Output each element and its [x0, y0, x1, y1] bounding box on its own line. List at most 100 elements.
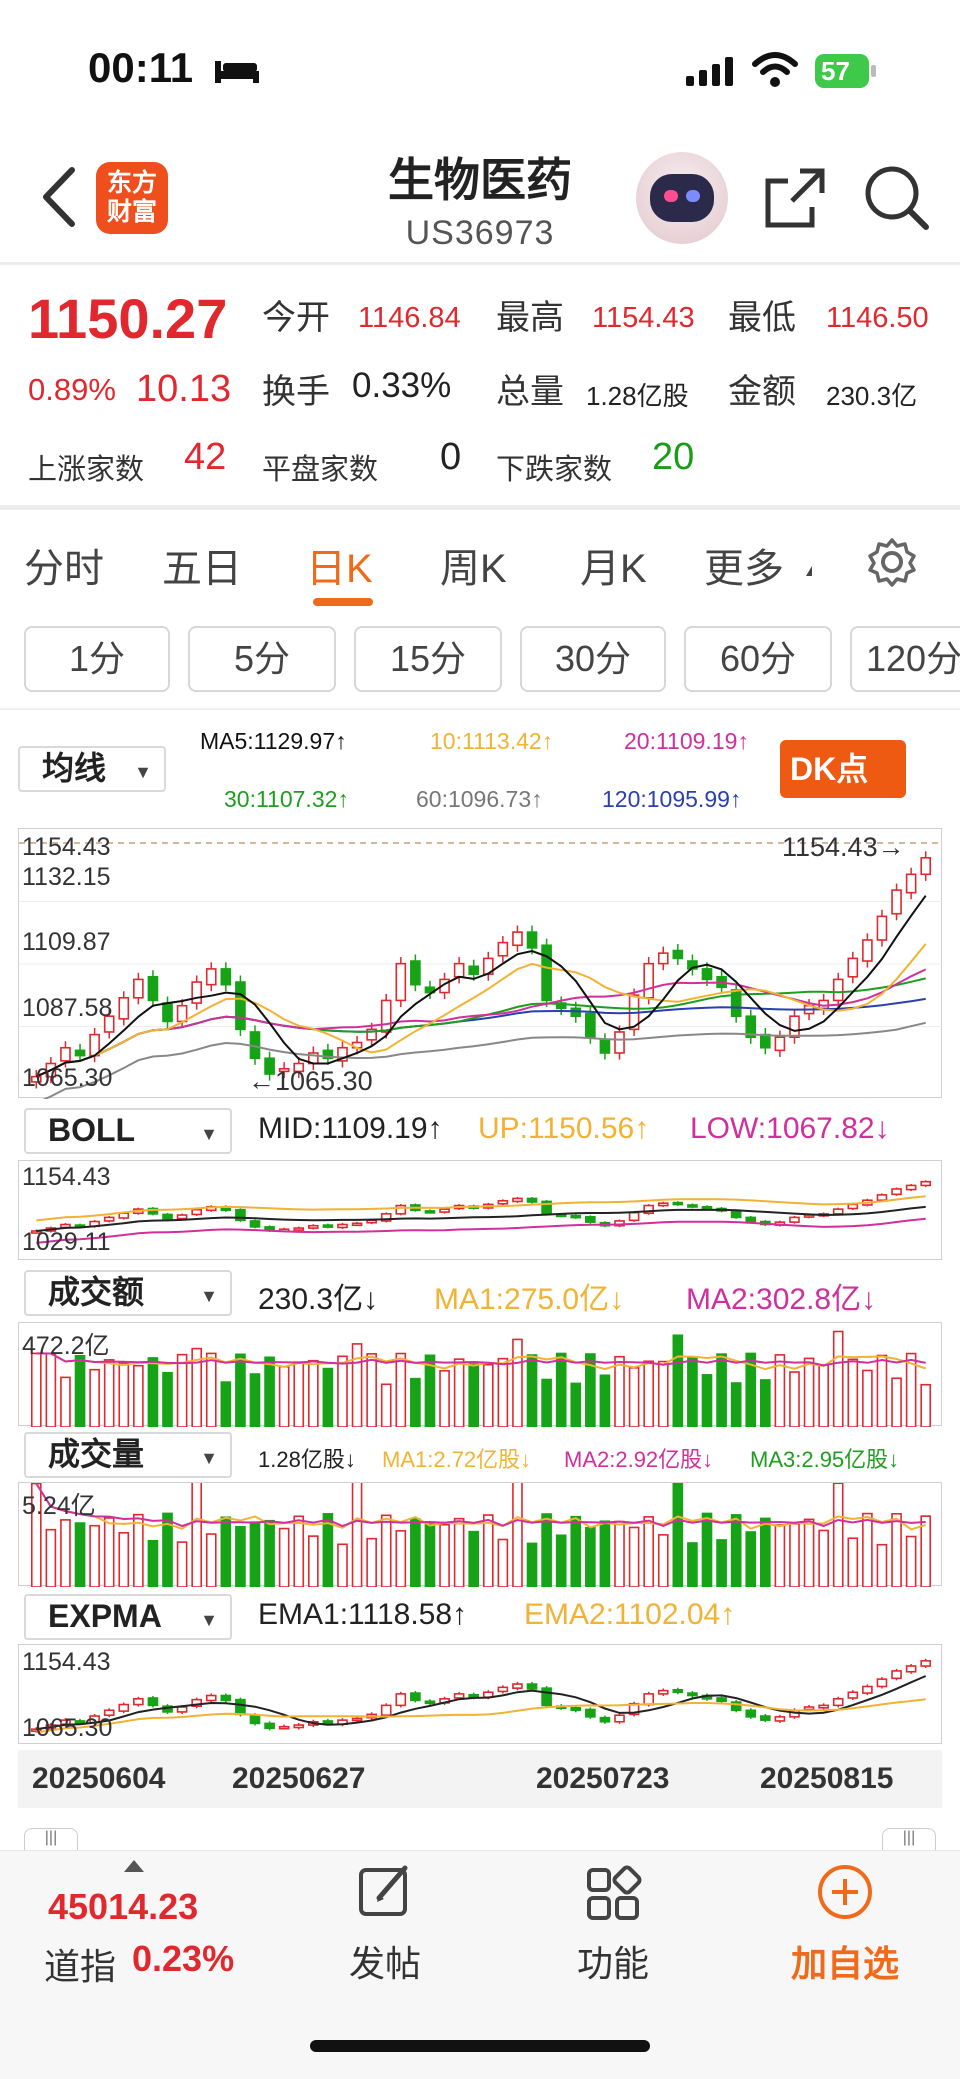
candle-body [862, 1685, 873, 1694]
indicator-select-amount[interactable]: 成交额 ▼ [24, 1270, 232, 1316]
period-60min[interactable]: 60分 [684, 626, 832, 692]
high-value: 1154.43 [592, 302, 695, 334]
back-icon[interactable] [34, 164, 86, 230]
volume-bar [832, 1482, 844, 1588]
candle-body [541, 944, 552, 1002]
add-watchlist-button[interactable]: 加自选 [780, 1862, 910, 2002]
share-icon[interactable] [760, 163, 830, 233]
volume-bar [133, 1364, 144, 1428]
candle-body [322, 1224, 334, 1228]
candle-body [628, 1211, 640, 1222]
scroll-handle-left[interactable]: ||| [24, 1828, 78, 1850]
expma-ema1: EMA1:1118.58↑ [258, 1598, 468, 1631]
index-value[interactable]: 45014.23 [48, 1886, 198, 1928]
candle-body [205, 1694, 217, 1702]
volume-bar [103, 1517, 115, 1588]
kline-chart[interactable] [18, 828, 943, 1104]
volume-bar [512, 1480, 523, 1588]
dk-point-button[interactable]: DK点 [780, 740, 906, 798]
boll-select-label: BOLL [48, 1112, 136, 1148]
candle-body [176, 1214, 188, 1220]
app-logo[interactable]: 东方 财富 [96, 162, 168, 234]
tab-five-day[interactable]: 五日 [162, 536, 242, 594]
volume-bar [322, 1367, 334, 1428]
volume-bar [803, 1357, 815, 1428]
candle-body [876, 1678, 888, 1688]
volume-bar [730, 1382, 742, 1428]
volume-bar [832, 1330, 844, 1428]
volume-bar [599, 1520, 611, 1588]
period-1min[interactable]: 1分 [24, 626, 170, 692]
wifi-icon [752, 52, 798, 87]
boll-chart[interactable] [18, 1160, 942, 1260]
volume-bar [512, 1338, 523, 1428]
tab-daily-k[interactable]: 日K [306, 536, 373, 594]
candle-body [526, 1683, 538, 1690]
function-button[interactable]: 功能 [568, 1862, 658, 2002]
amount-label: 金额 [728, 373, 796, 411]
volume-bar [570, 1382, 582, 1428]
indicator-select-volume[interactable]: 成交量 ▼ [24, 1432, 232, 1478]
settings-gear-icon[interactable] [866, 536, 918, 588]
period-5min[interactable]: 5分 [188, 626, 336, 692]
candle-body [308, 1224, 319, 1229]
candle-body [847, 957, 859, 978]
post-button[interactable]: 发帖 [340, 1862, 430, 2002]
indicator-select-boll[interactable]: BOLL ▼ [24, 1108, 232, 1154]
candle-body [745, 1216, 757, 1223]
candle-body [264, 1722, 275, 1730]
volume-bar [628, 1526, 640, 1588]
candle-body [774, 1716, 786, 1722]
volume-bar [716, 1353, 727, 1428]
candle-body [701, 968, 713, 981]
volume-bar [380, 1383, 392, 1428]
add-circle-icon [818, 1865, 872, 1919]
tab-more[interactable]: 更多 [704, 536, 784, 594]
volume-bar [133, 1513, 144, 1588]
candle-body [380, 999, 392, 1033]
candle-body [760, 1715, 771, 1721]
expma-chart[interactable] [18, 1644, 942, 1744]
tab-intraday[interactable]: 分时 [24, 536, 104, 594]
candle-body [410, 960, 421, 986]
volume-bar [760, 1379, 771, 1428]
index-change: 0.23% [132, 1938, 235, 1979]
home-indicator [310, 2040, 650, 2052]
period-15min[interactable]: 15分 [354, 626, 502, 692]
volume-bar [862, 1512, 873, 1588]
period-30min[interactable]: 30分 [520, 626, 666, 692]
candle-body [643, 1693, 654, 1706]
robot-avatar[interactable] [636, 152, 728, 244]
indicator-select-ma[interactable]: 均线 ▼ [18, 746, 166, 792]
bed-icon [215, 61, 259, 83]
scroll-handle-right[interactable]: ||| [882, 1828, 936, 1850]
volume-bar [657, 1534, 669, 1588]
volume-bar [89, 1368, 100, 1428]
expand-up-icon[interactable] [124, 1860, 144, 1872]
kline-y-4: 1087.58 [22, 994, 113, 1022]
amount-chart[interactable] [18, 1322, 942, 1428]
ma60-value: 60:1096.73↑ [416, 786, 543, 812]
function-label: 功能 [576, 1943, 649, 1984]
dropdown-caret-icon: ▼ [200, 1286, 218, 1306]
volume-chart[interactable] [18, 1480, 942, 1588]
tab-monthly-k[interactable]: 月K [580, 536, 647, 594]
candle-body [322, 1720, 334, 1725]
advancers-label: 上涨家数 [28, 454, 145, 486]
dropdown-caret-icon: ▼ [134, 762, 152, 782]
period-120min[interactable]: 120分 [850, 626, 960, 692]
volume-bar [672, 1481, 684, 1588]
candle-body [905, 1184, 917, 1191]
candle-body [512, 1197, 523, 1203]
candle-body [803, 1706, 815, 1711]
candle-body [789, 1015, 800, 1039]
tab-weekly-k[interactable]: 周K [440, 536, 507, 594]
search-icon[interactable] [862, 163, 932, 233]
candle-body [599, 1716, 611, 1723]
indicator-select-expma[interactable]: EXPMA ▼ [24, 1594, 232, 1640]
amount-y-top: 472.2亿 [22, 1332, 110, 1360]
candle-body [468, 1693, 480, 1698]
volume-bar [293, 1515, 305, 1588]
more-caret-icon [806, 566, 812, 576]
volume-bar [468, 1363, 480, 1428]
